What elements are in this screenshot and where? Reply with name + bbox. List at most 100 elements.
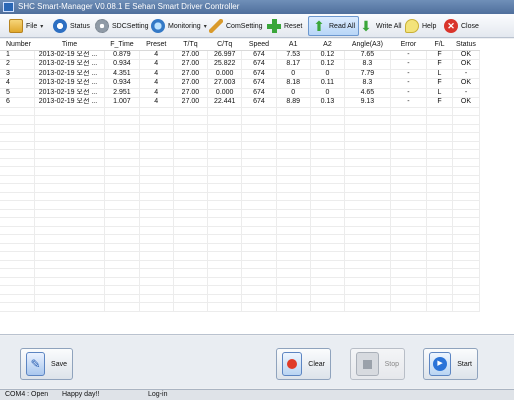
- reset-label: Reset: [284, 22, 303, 30]
- empty-cell: [207, 132, 243, 142]
- empty-row: [0, 260, 481, 269]
- monitoring-menu-button[interactable]: Monitoring ▾: [148, 16, 210, 36]
- empty-cell: [310, 217, 346, 227]
- file-menu-button[interactable]: File ▾: [6, 16, 46, 36]
- cell-a1: 7.53: [276, 50, 311, 60]
- table-row[interactable]: 5 2013-02-19 오전 ... 2.951 4 27.00 0.000 …: [0, 88, 481, 98]
- read-all-label: Read All: [329, 22, 356, 30]
- col-header-angle[interactable]: Angle(A3): [344, 39, 391, 51]
- empty-cell: [241, 294, 277, 303]
- empty-cell: [173, 285, 209, 295]
- table-row[interactable]: 6 2013-02-19 오전 ... 1.007 4 27.00 22.441…: [0, 97, 481, 108]
- empty-cell: [310, 124, 346, 133]
- empty-cell: [34, 158, 106, 167]
- empty-cell: [0, 183, 35, 193]
- empty-cell: [390, 226, 428, 235]
- sdcsetting-label: SDCSetting: [112, 22, 149, 30]
- empty-cell: [34, 277, 106, 286]
- table-row[interactable]: 1 2013-02-19 오전 ... 0.879 4 27.00 26.997…: [0, 50, 481, 60]
- reset-button[interactable]: Reset: [264, 16, 305, 36]
- cell-fl: F: [426, 97, 453, 108]
- write-all-button[interactable]: ⬇ Write All: [356, 16, 405, 36]
- col-header-status[interactable]: Status: [452, 39, 480, 51]
- cell-preset: 4: [139, 97, 174, 108]
- empty-row: [0, 294, 481, 303]
- empty-cell: [207, 200, 243, 210]
- empty-cell: [452, 166, 481, 176]
- empty-cell: [276, 149, 311, 159]
- empty-cell: [276, 158, 311, 167]
- empty-cell: [207, 243, 243, 252]
- close-button[interactable]: ✕ Close: [441, 16, 482, 36]
- cell-fl: F: [426, 78, 453, 89]
- empty-cell: [310, 149, 346, 159]
- empty-cell: [34, 209, 106, 218]
- empty-cell: [104, 132, 140, 142]
- empty-cell: [344, 166, 391, 176]
- empty-cell: [310, 209, 346, 218]
- empty-row: [0, 234, 481, 244]
- empty-cell: [426, 124, 453, 133]
- help-button[interactable]: Help: [402, 16, 439, 36]
- empty-cell: [390, 260, 428, 269]
- cell-fl: L: [426, 88, 453, 98]
- empty-row: [0, 107, 481, 116]
- table-row[interactable]: 3 2013-02-19 오전 ... 4.351 4 27.00 0.000 …: [0, 69, 481, 79]
- empty-cell: [426, 285, 453, 295]
- empty-cell: [139, 141, 174, 150]
- col-header-preset[interactable]: Preset: [139, 39, 174, 51]
- empty-row: [0, 166, 481, 176]
- empty-cell: [310, 243, 346, 252]
- empty-cell: [207, 149, 243, 159]
- empty-row: [0, 285, 481, 295]
- col-header-fl[interactable]: F/L: [426, 39, 453, 51]
- empty-cell: [310, 285, 346, 295]
- empty-cell: [310, 260, 346, 269]
- empty-cell: [34, 251, 106, 261]
- table-row[interactable]: 4 2013-02-19 오전 ... 0.934 4 27.00 27.003…: [0, 78, 481, 89]
- data-grid[interactable]: Number Time F_Time Preset T/Tq C/Tq Spee…: [0, 39, 514, 335]
- empty-cell: [452, 183, 481, 193]
- cell-a2: 0: [310, 88, 346, 98]
- col-header-speed[interactable]: Speed: [241, 39, 277, 51]
- empty-cell: [0, 158, 35, 167]
- empty-cell: [173, 158, 209, 167]
- empty-cell: [34, 226, 106, 235]
- empty-cell: [104, 217, 140, 227]
- col-header-time[interactable]: Time: [34, 39, 105, 51]
- col-header-error[interactable]: Error: [390, 39, 427, 51]
- comsetting-button[interactable]: ComSetting: [206, 16, 266, 36]
- col-header-ftime[interactable]: F_Time: [104, 39, 140, 51]
- stop-button[interactable]: Stop: [350, 348, 405, 380]
- col-header-ttq[interactable]: T/Tq: [173, 39, 208, 51]
- col-header-number[interactable]: Number: [0, 39, 35, 51]
- status-button[interactable]: Status: [50, 16, 93, 36]
- empty-cell: [276, 124, 311, 133]
- sdcsetting-button[interactable]: SDCSetting: [92, 16, 152, 36]
- empty-cell: [276, 277, 311, 286]
- empty-cell: [104, 158, 140, 167]
- col-header-a2[interactable]: A2: [310, 39, 345, 51]
- empty-cell: [241, 226, 277, 235]
- start-button[interactable]: ▶ Start: [423, 348, 478, 380]
- empty-cell: [426, 192, 453, 201]
- empty-cell: [452, 200, 481, 210]
- col-header-ctq[interactable]: C/Tq: [207, 39, 242, 51]
- empty-cell: [276, 132, 311, 142]
- table-row[interactable]: 2 2013-02-19 오전 ... 0.934 4 27.00 25.822…: [0, 59, 481, 70]
- cell-speed: 674: [241, 59, 277, 70]
- empty-cell: [426, 294, 453, 303]
- col-header-a1[interactable]: A1: [276, 39, 311, 51]
- empty-cell: [241, 243, 277, 252]
- empty-cell: [452, 268, 481, 278]
- empty-cell: [139, 217, 174, 227]
- empty-cell: [426, 251, 453, 261]
- empty-cell: [34, 141, 106, 150]
- read-all-button[interactable]: ⬆ Read All: [308, 16, 360, 36]
- save-button[interactable]: ✎ Save: [20, 348, 73, 380]
- empty-cell: [34, 166, 106, 176]
- cell-error: -: [390, 88, 428, 98]
- clear-button[interactable]: Clear: [276, 348, 331, 380]
- empty-cell: [139, 285, 174, 295]
- empty-cell: [0, 115, 35, 125]
